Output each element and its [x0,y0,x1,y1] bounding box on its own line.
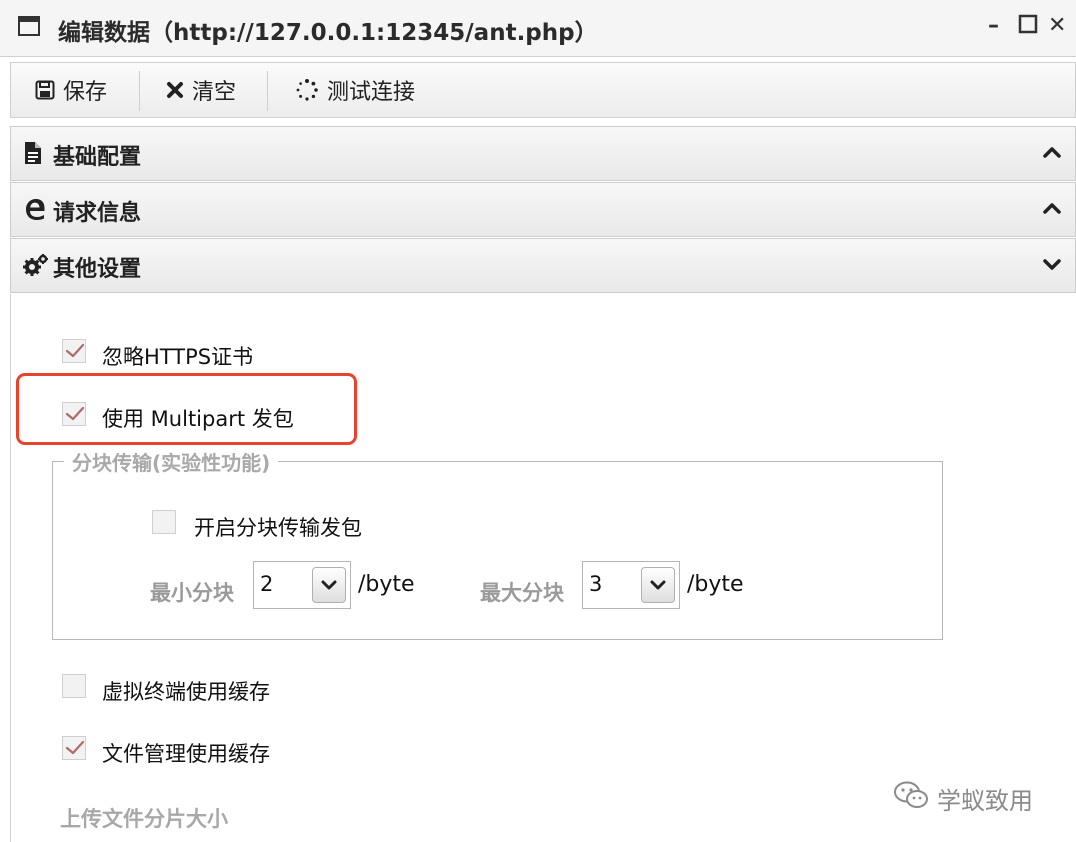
spinner-icon [295,78,319,102]
file-cache-label: 文件管理使用缓存 [102,742,270,766]
ignore-https-label: 忽略HTTPS证书 [102,345,254,369]
chevron-down-icon [1043,256,1061,275]
min-chunk-unit: /byte [358,572,415,597]
window-icon [18,16,40,36]
max-chunk-value: 3 [589,572,603,596]
close-icon [166,81,184,99]
chevron-down-icon[interactable] [312,567,346,603]
min-chunk-label: 最小分块 [150,581,234,605]
section-request-info-label: 请求信息 [53,201,142,226]
test-connection-button[interactable]: 测试连接 [295,72,415,108]
chevron-down-icon[interactable] [641,567,675,603]
window-title: 编辑数据（http://127.0.0.1:12345/ant.php） [58,20,598,46]
toolbar-divider [139,71,140,111]
minimize-button[interactable]: – [988,12,999,40]
section-request-info[interactable]: 请求信息 [10,182,1076,237]
maximize-button[interactable] [1018,14,1038,42]
edge-icon [23,197,47,225]
chevron-up-icon [1043,144,1061,163]
clear-label: 清空 [192,80,237,105]
multipart-checkbox[interactable] [62,402,86,426]
file-cache-checkbox[interactable] [62,736,86,760]
cogs-icon [23,253,49,281]
toolbar: 保存 清空 测试连接 [10,62,1076,118]
section-other-settings[interactable]: 其他设置 [10,238,1076,293]
chunked-enable-checkbox[interactable] [152,510,176,534]
terminal-cache-label: 虚拟终端使用缓存 [102,680,270,704]
chunked-transfer-fieldset [52,461,943,640]
section-basic-config-label: 基础配置 [53,145,142,170]
check-icon [65,343,85,358]
chunked-transfer-legend: 分块传输(实验性功能) [64,447,279,476]
section-basic-config[interactable]: 基础配置 [10,126,1076,181]
save-button[interactable]: 保存 [35,72,107,108]
watermark: 学蚁致用 [893,780,1033,816]
check-icon [65,406,85,421]
upload-chunk-size-label: 上传文件分片大小 [60,807,228,831]
save-icon [35,80,55,100]
max-chunk-unit: /byte [687,572,744,597]
multipart-label: 使用 Multipart 发包 [102,407,294,431]
toolbar-divider [267,71,268,111]
section-other-settings-label: 其他设置 [53,257,142,282]
save-label: 保存 [63,80,108,105]
check-icon [65,740,85,755]
title-bar: 编辑数据（http://127.0.0.1:12345/ant.php） – ✕ [0,0,1076,57]
max-chunk-label: 最大分块 [480,581,564,605]
clear-button[interactable]: 清空 [166,72,236,108]
min-chunk-select[interactable]: 2 [253,561,351,609]
min-chunk-value: 2 [260,572,274,596]
close-button[interactable]: ✕ [1048,12,1066,40]
test-connection-label: 测试连接 [327,80,416,105]
maximize-icon [1018,14,1038,34]
wechat-icon [893,780,929,816]
watermark-text: 学蚁致用 [937,786,1033,815]
terminal-cache-checkbox[interactable] [62,674,86,698]
chevron-up-icon [1043,200,1061,219]
chunked-enable-label: 开启分块传输发包 [194,516,362,540]
max-chunk-select[interactable]: 3 [582,561,680,609]
ignore-https-checkbox[interactable] [62,339,86,363]
file-text-icon [23,141,43,169]
